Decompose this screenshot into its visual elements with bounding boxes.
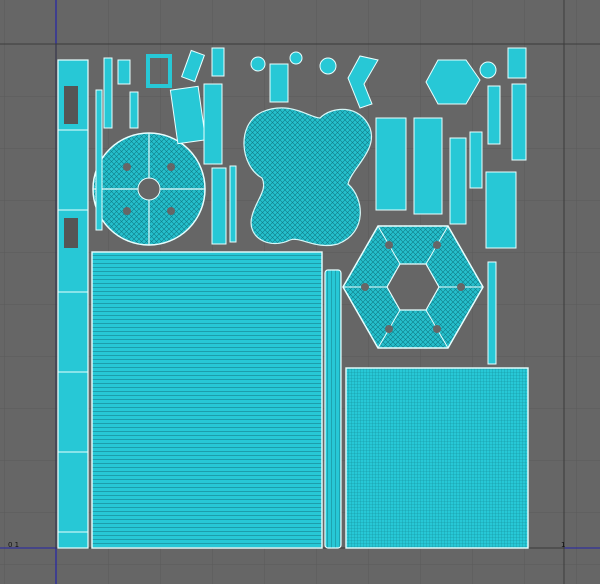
- shell-tall-strips[interactable]: [57, 59, 89, 549]
- shell-large-rect-grid[interactable]: [91, 251, 323, 549]
- shell-center-strip[interactable]: [324, 269, 342, 549]
- uv-editor-viewport[interactable]: 0 1 1: [0, 0, 600, 584]
- uv-origin-label: 0 1: [8, 541, 20, 549]
- shell-small-rect-grid[interactable]: [345, 367, 529, 549]
- uv-one-label: 1: [561, 541, 566, 549]
- shell-round-disc[interactable]: [92, 132, 206, 246]
- uv-canvas[interactable]: [0, 0, 600, 584]
